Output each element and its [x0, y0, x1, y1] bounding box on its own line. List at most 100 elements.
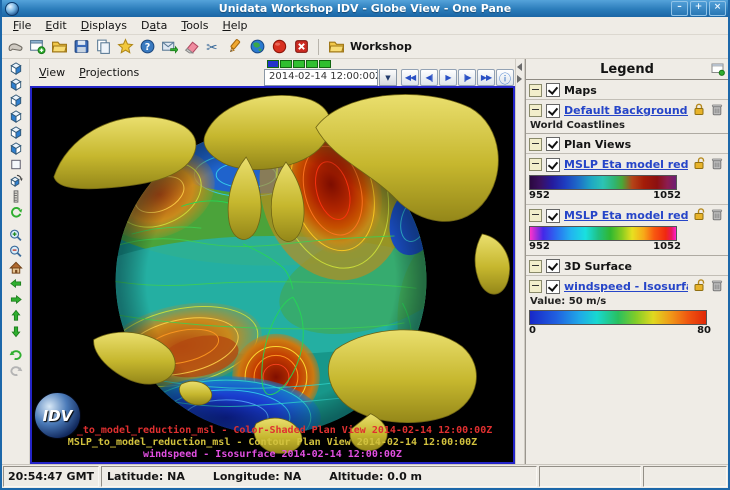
perspective-box-icon[interactable]	[5, 156, 27, 172]
globe-display[interactable]: MSLP_to_model_reduction_msl - Color-Shad…	[30, 86, 515, 464]
time-step[interactable]	[293, 60, 305, 68]
play-button[interactable]: ▶	[439, 69, 457, 86]
legend-panel: Legend Maps Default Background Maps	[525, 59, 728, 464]
home-view-icon[interactable]	[5, 259, 27, 275]
close-button[interactable]: ×	[709, 1, 726, 16]
collapse-icon[interactable]	[529, 158, 542, 171]
menu-data[interactable]: Data	[134, 18, 174, 33]
plan-views-visibility-checkbox[interactable]	[546, 137, 560, 151]
display-label-contour: MSLP_to_model_reduction_msl - Contour Pl…	[32, 437, 513, 448]
zoom-in-icon[interactable]	[5, 227, 27, 243]
collapse-icon[interactable]	[529, 209, 542, 222]
open-file-icon[interactable]	[49, 37, 69, 57]
float-legend-icon[interactable]	[711, 62, 725, 79]
first-frame-button[interactable]: ◀◀	[401, 69, 419, 86]
background-maps-link[interactable]: Default Background Maps	[564, 104, 688, 117]
zoom-out-icon[interactable]	[5, 243, 27, 259]
time-dropdown-icon[interactable]: ▼	[379, 69, 397, 86]
auto-rotate-icon[interactable]	[5, 204, 27, 220]
mslp-color-shaded-link[interactable]: MSLP Eta model reductio...	[564, 158, 688, 171]
right-view-icon[interactable]	[5, 108, 27, 124]
step-forward-button[interactable]: |▶	[458, 69, 476, 86]
title-bar[interactable]: Unidata Workshop IDV - Globe View - One …	[2, 0, 728, 17]
pan-down-icon[interactable]	[5, 323, 27, 339]
favorites-icon[interactable]	[115, 37, 135, 57]
collapse-icon[interactable]	[529, 280, 542, 293]
step-back-button[interactable]: ◀|	[420, 69, 438, 86]
vertical-scale-icon[interactable]	[5, 188, 27, 204]
unlock-icon[interactable]	[692, 207, 706, 224]
copy-icon[interactable]	[93, 37, 113, 57]
trash-icon[interactable]	[710, 102, 724, 119]
collapse-icon[interactable]	[529, 138, 542, 151]
menu-projections[interactable]: Projections	[79, 66, 139, 79]
windspeed-colorbar[interactable]	[529, 310, 707, 325]
collapse-icon[interactable]	[529, 84, 542, 97]
time-step-indicator[interactable]	[267, 60, 514, 68]
item-visibility-checkbox[interactable]	[546, 158, 560, 172]
mslp-contour-colorbar[interactable]	[529, 226, 677, 241]
legend-splitter[interactable]	[515, 59, 525, 464]
menu-tools[interactable]: Tools	[174, 18, 215, 33]
menu-help[interactable]: Help	[215, 18, 254, 33]
back-view-icon[interactable]	[5, 140, 27, 156]
splitter-expand-icon[interactable]	[517, 75, 522, 83]
time-step[interactable]	[306, 60, 318, 68]
collapse-icon[interactable]	[529, 260, 542, 273]
pan-left-icon[interactable]	[5, 275, 27, 291]
trash-icon[interactable]	[710, 156, 724, 173]
surface-visibility-checkbox[interactable]	[546, 259, 560, 273]
new-display-icon[interactable]	[27, 37, 47, 57]
time-step[interactable]	[319, 60, 331, 68]
menu-file[interactable]: File	[6, 18, 38, 33]
workshop-folder-icon[interactable]	[326, 37, 346, 57]
undo-icon[interactable]	[5, 346, 27, 362]
colorbar-min: 952	[529, 190, 550, 201]
bottom-view-icon[interactable]	[5, 76, 27, 92]
trash-icon[interactable]	[710, 207, 724, 224]
pan-up-icon[interactable]	[5, 307, 27, 323]
time-select[interactable]: 2014-02-14 12:00:00Z	[264, 69, 378, 86]
last-frame-button[interactable]: ▶▶	[477, 69, 495, 86]
remove-displays-icon[interactable]	[291, 37, 311, 57]
windspeed-isosurface-link[interactable]: windspeed - Isosurface	[564, 280, 688, 293]
time-step[interactable]	[267, 60, 279, 68]
status-cell-empty	[539, 466, 641, 487]
stop-loads-icon[interactable]	[269, 37, 289, 57]
splitter-collapse-icon[interactable]	[517, 63, 522, 71]
support-request-icon[interactable]	[159, 37, 179, 57]
item-visibility-checkbox[interactable]	[546, 209, 560, 223]
redo-icon[interactable]	[5, 362, 27, 378]
left-view-icon[interactable]	[5, 92, 27, 108]
menu-edit[interactable]: Edit	[38, 18, 73, 33]
globe-icon[interactable]	[247, 37, 267, 57]
maximize-button[interactable]: +	[690, 1, 707, 16]
front-view-icon[interactable]	[5, 124, 27, 140]
time-step[interactable]	[280, 60, 292, 68]
collapse-icon[interactable]	[529, 104, 542, 117]
erase-icon[interactable]	[181, 37, 201, 57]
rotate-view-icon[interactable]	[5, 172, 27, 188]
save-icon[interactable]	[71, 37, 91, 57]
workshop-label[interactable]: Workshop	[350, 40, 412, 53]
mslp-contour-link[interactable]: MSLP Eta model reductio...	[564, 209, 688, 222]
cut-icon[interactable]	[203, 37, 223, 57]
item-visibility-checkbox[interactable]	[546, 280, 560, 294]
menu-displays[interactable]: Displays	[74, 18, 134, 33]
minimize-button[interactable]: –	[671, 1, 688, 16]
mslp-colorbar[interactable]	[529, 175, 677, 190]
lock-icon[interactable]	[692, 102, 706, 119]
menu-view[interactable]: View	[39, 66, 65, 79]
item-visibility-checkbox[interactable]	[546, 104, 560, 118]
legend-item-windspeed: windspeed - Isosurface Value: 50 m/s 0 8…	[526, 275, 728, 339]
trash-icon[interactable]	[710, 278, 724, 295]
maps-visibility-checkbox[interactable]	[546, 83, 560, 97]
pan-right-icon[interactable]	[5, 291, 27, 307]
edit-icon[interactable]	[225, 37, 245, 57]
top-view-icon[interactable]	[5, 60, 27, 76]
animation-properties-button[interactable]: ⓘ	[496, 69, 514, 86]
unlock-icon[interactable]	[692, 156, 706, 173]
show-dashboard-icon[interactable]	[5, 37, 25, 57]
unlock-icon[interactable]	[692, 278, 706, 295]
help-icon[interactable]	[137, 37, 157, 57]
